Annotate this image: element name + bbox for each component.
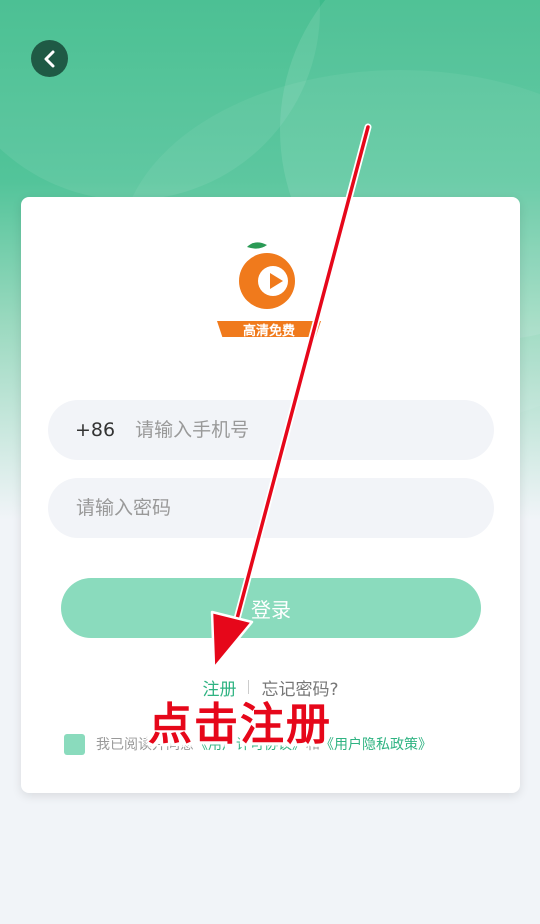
password-input[interactable] <box>76 478 494 538</box>
login-button[interactable]: 登录 <box>61 578 481 638</box>
privacy-policy-link[interactable]: 《用户隐私政策》 <box>320 734 432 754</box>
back-button[interactable] <box>31 40 68 77</box>
phone-input[interactable] <box>135 400 494 460</box>
annotation-label: 点击注册 <box>148 699 332 750</box>
app-logo: 高清免费 <box>217 242 321 337</box>
password-field[interactable] <box>48 478 494 538</box>
chevron-left-icon <box>44 50 54 67</box>
country-code[interactable]: +86 <box>75 419 115 441</box>
phone-field[interactable]: +86 <box>48 400 494 460</box>
agreement-checkbox[interactable] <box>64 733 85 755</box>
logo-badge-text: 高清免费 <box>243 323 295 337</box>
